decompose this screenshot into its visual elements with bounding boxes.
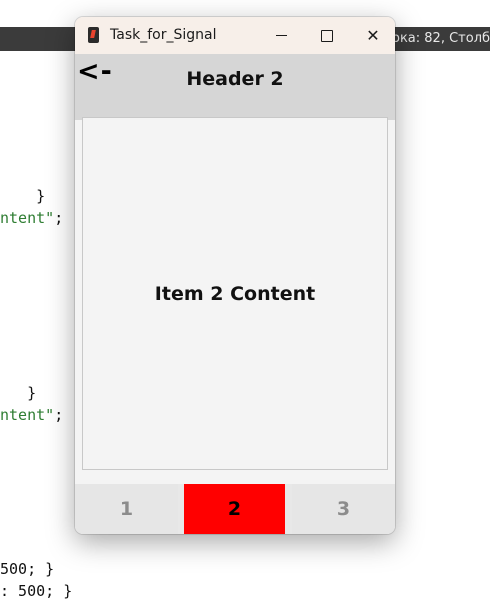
tab-3[interactable]: 3 [292,484,395,534]
tab-bar: 1 2 3 [75,484,395,534]
code-line: ntent"; [0,406,64,424]
app-window: Task_for_Signal ✕ <- Header 2 Item 2 Con… [75,17,395,534]
code-line: : 500; } [0,582,73,600]
content-area: Item 2 Content [82,117,388,470]
content-text: Item 2 Content [154,282,316,305]
code-line: } [0,187,46,205]
title-bar[interactable]: Task_for_Signal ✕ [75,17,395,54]
app-icon [88,27,99,43]
maximize-icon [321,29,333,42]
code-line: } [0,384,37,402]
maximize-button[interactable] [304,17,350,54]
page-header: <- Header 2 [75,54,395,120]
tab-1[interactable]: 1 [75,484,178,534]
minimize-button[interactable] [258,17,304,54]
minimize-icon [275,35,287,36]
code-line: 500; } [0,560,55,578]
editor-status-text: ока: 82, Столб [392,31,490,46]
tab-2[interactable]: 2 [184,484,285,534]
close-button[interactable]: ✕ [350,17,395,54]
page-title: Header 2 [186,68,284,90]
code-line: ntent"; [0,209,64,227]
close-icon: ✕ [366,26,380,45]
window-title: Task_for_Signal [110,27,217,43]
